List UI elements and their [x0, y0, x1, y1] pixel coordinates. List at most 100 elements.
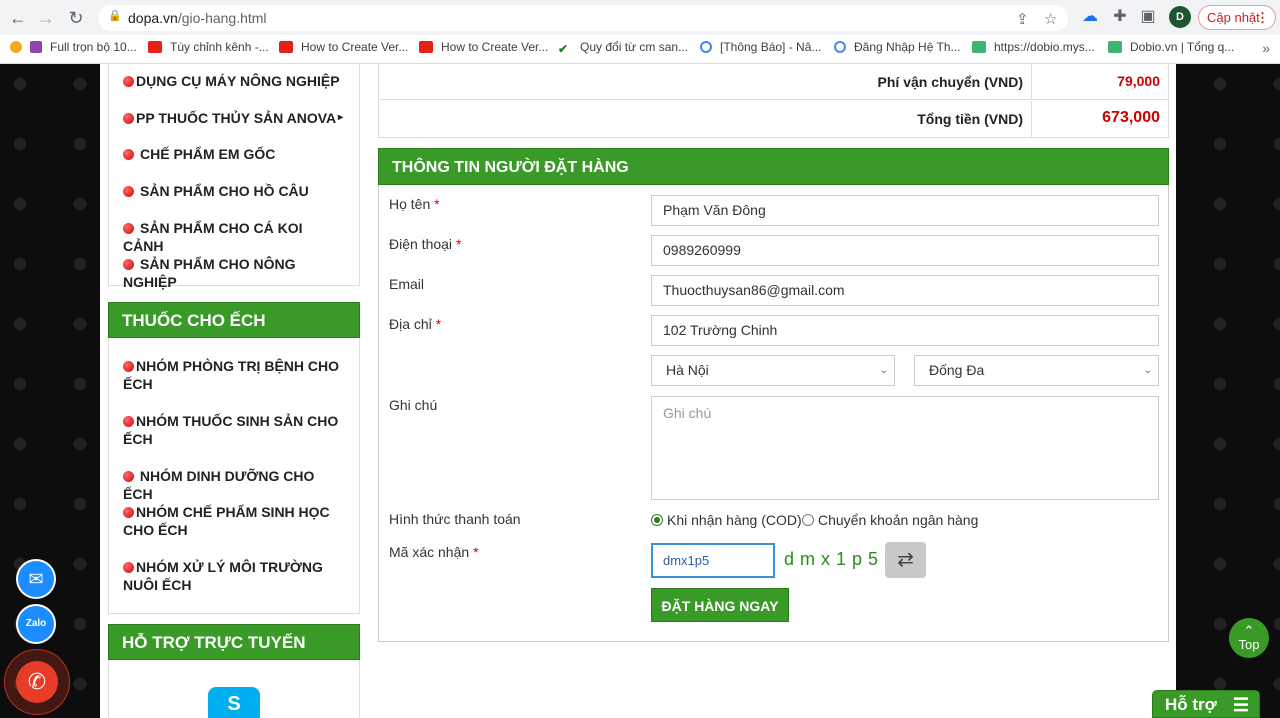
- red-dot-icon: [123, 471, 134, 482]
- address-label: Địa chỉ *: [389, 316, 442, 332]
- captcha-label: Mã xác nhận *: [389, 544, 479, 560]
- place-order-button[interactable]: ĐẶT HÀNG NGAY: [651, 588, 789, 622]
- lock-icon: 🔒: [108, 10, 122, 22]
- frog-category-item[interactable]: NHÓM DINH DƯỠNG CHO ẾCH: [109, 467, 359, 503]
- category-item[interactable]: CHẾ PHẨM EM GỐC: [109, 145, 289, 163]
- address-input[interactable]: 102 Trường Chinh: [651, 315, 1159, 346]
- youtube-icon: [148, 41, 162, 53]
- refresh-captcha-button[interactable]: ⇄: [885, 542, 926, 578]
- name-input[interactable]: Phạm Văn Đông: [651, 195, 1159, 226]
- menu-dots-icon: ⋮: [1256, 10, 1269, 25]
- category-item[interactable]: SẢN PHẨM CHO CÁ KOI CẢNH: [109, 219, 359, 255]
- payment-bank-radio[interactable]: Chuyển khoản ngân hàng: [802, 512, 978, 528]
- category-item[interactable]: SẢN PHẨM CHO NÔNG NGHIỆP: [109, 255, 359, 291]
- hamburger-menu-icon: ☰: [1232, 695, 1249, 715]
- email-input[interactable]: Thuocthuysan86@gmail.com: [651, 275, 1159, 306]
- messenger-icon[interactable]: ✉: [16, 559, 56, 599]
- reload-icon[interactable]: ↻: [64, 6, 88, 30]
- phone-call-icon[interactable]: ✆: [16, 661, 58, 703]
- radio-selected-icon: [651, 514, 663, 526]
- red-dot-icon: [123, 76, 134, 87]
- note-label: Ghi chú: [389, 397, 438, 413]
- checkmark-icon: ✔: [558, 42, 569, 56]
- frog-category-item[interactable]: NHÓM THUỐC SINH SẢN CHO ẾCH: [109, 412, 352, 448]
- red-dot-icon: [123, 562, 134, 573]
- chevron-up-icon: ⌃: [1243, 623, 1255, 638]
- extension-cloud-icon[interactable]: ☁: [1080, 7, 1100, 27]
- phone-input[interactable]: 0989260999: [651, 235, 1159, 266]
- red-dot-icon: [123, 113, 134, 124]
- red-dot-icon: [123, 223, 134, 234]
- total-label: Tổng tiền (VND): [917, 111, 1023, 127]
- red-dot-icon: [123, 186, 134, 197]
- bookmark-star-icon[interactable]: ☆: [1044, 10, 1057, 28]
- order-info-heading: THÔNG TIN NGƯỜI ĐẶT HÀNG: [378, 148, 1169, 185]
- support-button[interactable]: Hỗ trợ ☰: [1152, 690, 1260, 718]
- address-bar[interactable]: 🔒 dopa.vn/gio-hang.html ⇪ ☆: [98, 5, 1068, 31]
- total-value: 673,000: [1102, 109, 1160, 126]
- order-summary: Phí vận chuyển (VND) 79,000 Tổng tiền (V…: [378, 64, 1169, 138]
- frog-section-heading: THUỐC CHO ẾCH: [108, 302, 360, 338]
- frog-category-list: NHÓM PHÒNG TRỊ BỆNH CHO ẾCH NHÓM THUỐC SI…: [108, 338, 360, 614]
- frog-category-item[interactable]: NHÓM XỬ LÝ MÔI TRƯỜNG NUÔI ẾCH: [109, 558, 337, 594]
- shipping-row: Phí vận chuyển (VND) 79,000: [379, 64, 1168, 100]
- bookmark-item[interactable]: How to Create Ver...: [279, 40, 408, 58]
- emoji-favicon-icon: [10, 41, 22, 53]
- youtube-icon: [279, 41, 293, 53]
- category-item[interactable]: PP THUỐC THỦY SẢN ANOVA ▸: [109, 109, 359, 127]
- category-item[interactable]: SẢN PHẨM CHO HỒ CÂU: [109, 182, 323, 200]
- bookmark-item[interactable]: https://dobio.mys...: [972, 40, 1095, 58]
- google-icon: [700, 41, 712, 53]
- sidebar: DỤNG CỤ MÁY NÔNG NGHIỆP PP THUỐC THỦY SẢ…: [108, 64, 360, 718]
- bookmark-item[interactable]: Tùy chỉnh kênh -...: [148, 40, 269, 58]
- bookmark-item[interactable]: Dobio.vn | Tổng q...: [1108, 40, 1234, 58]
- email-label: Email: [389, 276, 425, 292]
- content-sheet: DỤNG CỤ MÁY NÔNG NGHIỆP PP THUỐC THỦY SẢ…: [100, 64, 1176, 718]
- submenu-arrow-icon: ▸: [337, 112, 343, 123]
- radio-empty-icon: [802, 514, 814, 526]
- city-select[interactable]: Hà Nội ⌄: [651, 355, 895, 386]
- zalo-icon[interactable]: Zalo: [16, 604, 56, 644]
- extensions-puzzle-icon[interactable]: ✚: [1110, 7, 1130, 27]
- back-to-top-button[interactable]: ⌃ Top: [1229, 618, 1269, 658]
- name-label: Họ tên *: [389, 196, 440, 212]
- update-button[interactable]: Cập nhật ⋮: [1198, 5, 1276, 30]
- sidepanel-icon[interactable]: ▣: [1138, 7, 1158, 27]
- phone-label: Điện thoại *: [389, 236, 462, 252]
- shipping-value: 79,000: [1117, 73, 1160, 89]
- refresh-icon: ⇄: [897, 549, 914, 571]
- frog-category-item[interactable]: NHÓM CHẾ PHẨM SINH HỌC CHO ẾCH: [109, 503, 344, 539]
- captcha-code: dmx1p5: [784, 549, 885, 569]
- bookmark-item[interactable]: [Thông Báo] - Nâ...: [700, 40, 821, 58]
- column-divider: [1031, 64, 1032, 100]
- red-dot-icon: [123, 507, 134, 518]
- bookmark-item[interactable]: How to Create Ver...: [419, 40, 548, 58]
- total-row: Tổng tiền (VND) 673,000: [379, 101, 1168, 137]
- column-divider: [1031, 101, 1032, 137]
- chevron-down-icon: ⌄: [1143, 365, 1152, 376]
- support-section-heading: HỖ TRỢ TRỰC TUYẾN: [108, 624, 360, 660]
- bookmark-item[interactable]: Đăng Nhập Hệ Th...: [834, 40, 961, 58]
- chevron-down-icon: ⌄: [879, 365, 888, 376]
- share-icon[interactable]: ⇪: [1016, 10, 1029, 28]
- payment-cod-radio[interactable]: Khi nhận hàng (COD): [651, 512, 802, 528]
- bookmark-item[interactable]: Full trọn bộ 10...: [10, 40, 137, 58]
- bookmark-item[interactable]: ✔ Quy đổi từ cm san...: [558, 40, 688, 58]
- more-bookmarks-icon[interactable]: »: [1262, 40, 1270, 56]
- s-favicon-icon: [1108, 41, 1122, 53]
- back-icon[interactable]: ←: [6, 6, 30, 30]
- category-item[interactable]: DỤNG CỤ MÁY NÔNG NGHIỆP: [109, 72, 354, 90]
- district-select[interactable]: Đống Đa ⌄: [914, 355, 1159, 386]
- forward-icon[interactable]: →: [34, 6, 58, 30]
- purple-favicon-icon: [30, 41, 42, 53]
- frog-category-item[interactable]: NHÓM PHÒNG TRỊ BỆNH CHO ẾCH: [109, 357, 353, 393]
- red-dot-icon: [123, 361, 134, 372]
- category-list: DỤNG CỤ MÁY NÔNG NGHIỆP PP THUỐC THỦY SẢ…: [108, 64, 360, 290]
- profile-avatar[interactable]: D: [1169, 6, 1191, 28]
- red-dot-icon: [123, 416, 134, 427]
- captcha-input[interactable]: dmx1p5: [651, 543, 775, 578]
- note-textarea[interactable]: Ghi chú: [651, 396, 1159, 500]
- skype-icon[interactable]: S: [208, 687, 260, 718]
- order-form: Họ tên * Phạm Văn Đông Điện thoại * 0989…: [378, 185, 1169, 642]
- browser-toolbar: ← → ↻ 🔒 dopa.vn/gio-hang.html ⇪ ☆ ☁ ✚ ▣ …: [0, 0, 1280, 35]
